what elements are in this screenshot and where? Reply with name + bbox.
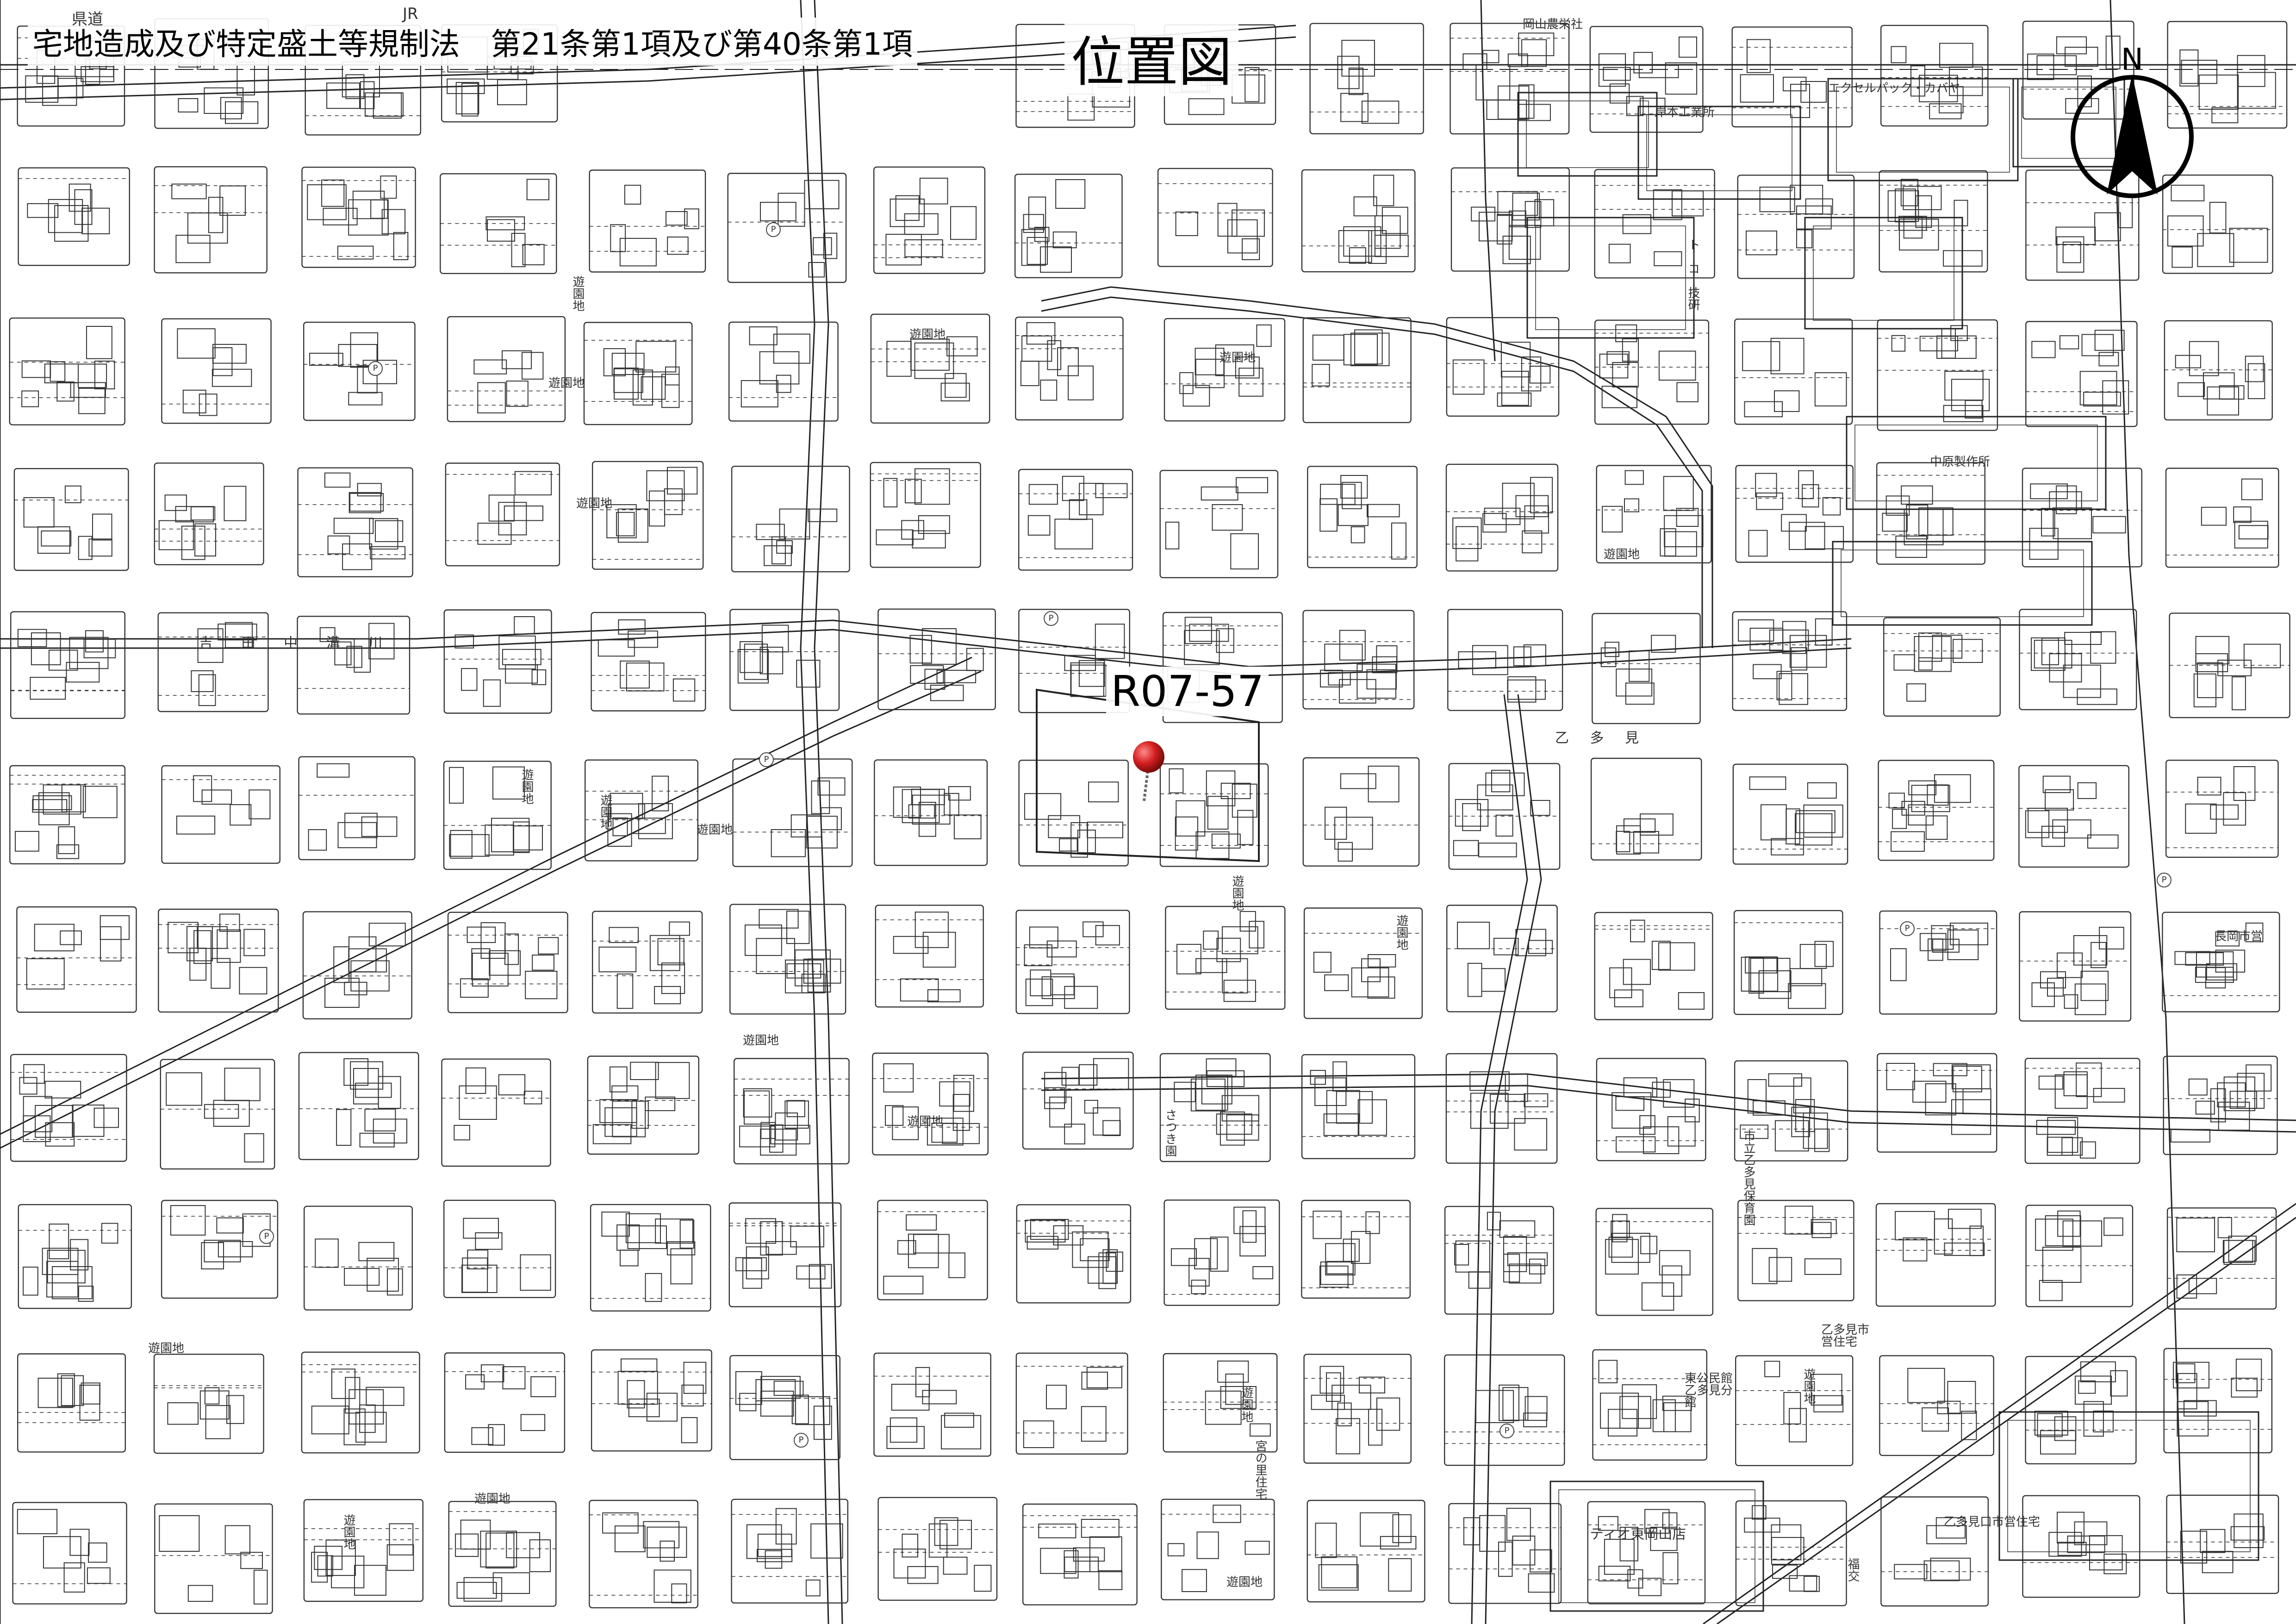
playground-label: 遊園地 [909,328,946,342]
playground-label: 遊園地 [576,497,613,511]
site-id-label: R07-57 [1106,667,1269,716]
playground-label: 遊園地 [548,376,585,390]
playground-label: 遊園地 [1220,351,1256,365]
river-label-yoshida: 吉 田 中 溝 川 [199,635,395,651]
playground-label: 遊園地 [907,1115,944,1129]
parking-icon: P [2157,873,2172,887]
playground-label: 遊園地 [342,1514,355,1550]
playground-label: 遊園地 [1604,548,1640,562]
facility-label-okayama-agri: 岡山農栄社 [1523,18,1583,31]
facility-label-satsuki: さつき園 [1163,1109,1177,1157]
prefectural-road-label: 県道 [72,10,103,29]
facility-label-tokou: トーコー技研 [1686,238,1700,311]
playground-label: 遊園地 [1230,875,1244,911]
north-letter: N [2121,43,2143,77]
parking-icon: P [1500,1424,1514,1438]
parking-icon: P [259,1229,274,1244]
playground-label: 遊園地 [1226,1575,1263,1589]
playground-label: 遊園地 [1239,1387,1253,1423]
facility-label-community-hall: 東公民館乙多見分館 [1685,1372,1733,1410]
facility-label-sanomiya-housing: 宮の里住宅 [1253,1440,1267,1500]
playground-label: 遊園地 [520,768,534,805]
map-pin-icon[interactable] [1125,738,1171,803]
facility-label-excel-pack: エクセルパック・カバヤ [1828,81,1960,95]
playground-label: 遊園地 [148,1342,185,1355]
parking-icon: P [794,1433,809,1448]
base-map[interactable] [0,0,2296,1624]
road-network [0,0,2296,1624]
parking-icon: P [1900,921,1915,936]
playground-label: 遊園地 [571,275,585,312]
parking-icon: P [766,222,781,237]
facility-label-nagaoka-housing: 長岡市営 [2215,930,2263,943]
parking-icon: P [759,752,774,767]
parking-icon: P [1044,611,1058,626]
facility-label-municipal-housing-1: 乙多見市営住宅 [1821,1323,1870,1349]
playground-label: 遊園地 [598,794,612,830]
law-reference-title: 宅地造成及び特定盛土等規制法 第21条第1項及び第40条第1項 [28,18,917,66]
playground-label: 遊園地 [697,823,733,837]
facility-label-kishimoto: 岸本工業所 [1655,106,1715,119]
city-blocks [9,18,2290,1614]
rail-line-label: JR [403,5,418,23]
facility-label-fukko: 福交 [1846,1558,1860,1582]
buildings [9,29,2290,1605]
map-title: 位置図 [1064,19,1238,96]
playground-label: 遊園地 [1802,1368,1816,1404]
playground-label: 遊園地 [474,1492,511,1506]
facility-label-nakahara: 中原製作所 [1930,455,1991,469]
facility-label-municipal-housing-2: 乙多見口市営住宅 [1944,1515,2041,1529]
facility-label-tio: ティオ東岡山店 [1590,1526,1686,1543]
facility-label-nursery: 市立乙多見保育園 [1742,1130,1755,1226]
special-features [0,64,2296,1612]
parking-icon: P [368,361,383,376]
playground-label: 遊園地 [1394,914,1408,950]
playground-label: 遊園地 [743,1034,779,1048]
district-label-otakemi: 乙 多 見 [1555,730,1648,746]
